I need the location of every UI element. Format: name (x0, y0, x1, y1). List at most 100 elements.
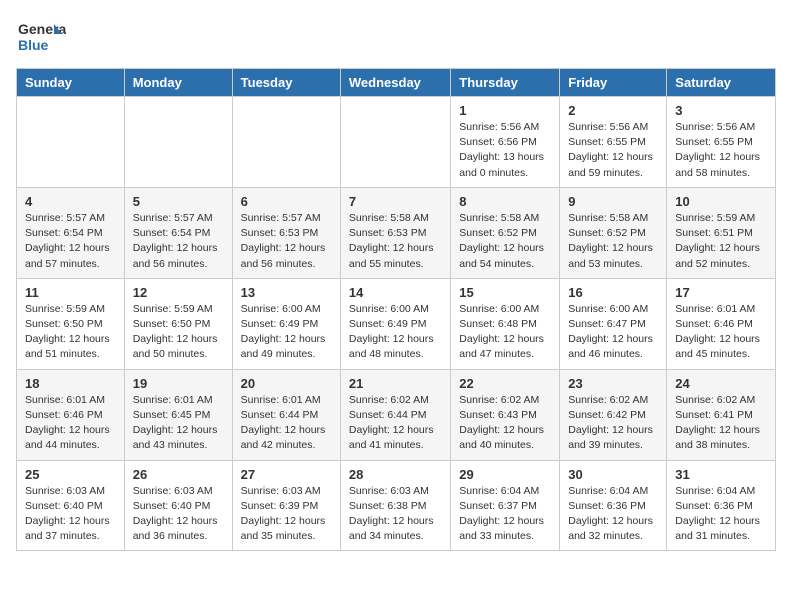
calendar-cell: 22 Sunrise: 6:02 AM Sunset: 6:43 PM Dayli… (451, 369, 560, 460)
day-number: 2 (568, 103, 658, 118)
day-info: Sunrise: 5:56 AM Sunset: 6:55 PM Dayligh… (675, 120, 767, 181)
day-number: 4 (25, 194, 116, 209)
weekday-header-wednesday: Wednesday (340, 69, 450, 97)
day-number: 24 (675, 376, 767, 391)
day-info: Sunrise: 6:04 AM Sunset: 6:36 PM Dayligh… (568, 484, 658, 545)
calendar-cell: 8Sunrise: 5:58 AM Sunset: 6:52 PM Daylig… (451, 187, 560, 278)
logo: GeneralBlue (16, 16, 66, 56)
day-info: Sunrise: 5:59 AM Sunset: 6:51 PM Dayligh… (675, 211, 767, 272)
day-info: Sunrise: 6:03 AM Sunset: 6:40 PM Dayligh… (25, 484, 116, 545)
day-number: 13 (241, 285, 332, 300)
weekday-header-monday: Monday (124, 69, 232, 97)
day-info: Sunrise: 6:01 AM Sunset: 6:45 PM Dayligh… (133, 393, 224, 454)
day-info: Sunrise: 6:02 AM Sunset: 6:43 PM Dayligh… (459, 393, 551, 454)
calendar-cell: 3 Sunrise: 5:56 AM Sunset: 6:55 PM Daylig… (667, 97, 776, 188)
calendar-cell: 13Sunrise: 6:00 AM Sunset: 6:49 PM Dayli… (232, 278, 340, 369)
calendar-week-5: 25 Sunrise: 6:03 AM Sunset: 6:40 PM Dayli… (17, 460, 776, 551)
calendar-cell: 29 Sunrise: 6:04 AM Sunset: 6:37 PM Dayli… (451, 460, 560, 551)
calendar-cell: 5 Sunrise: 5:57 AM Sunset: 6:54 PM Daylig… (124, 187, 232, 278)
day-info: Sunrise: 5:57 AM Sunset: 6:53 PM Dayligh… (241, 211, 332, 272)
logo-svg: GeneralBlue (16, 16, 66, 56)
calendar-week-1: 1Sunrise: 5:56 AM Sunset: 6:56 PM Daylig… (17, 97, 776, 188)
day-info: Sunrise: 6:02 AM Sunset: 6:42 PM Dayligh… (568, 393, 658, 454)
page-header: GeneralBlue (16, 16, 776, 56)
calendar-cell: 10 Sunrise: 5:59 AM Sunset: 6:51 PM Dayli… (667, 187, 776, 278)
calendar-header-row: SundayMondayTuesdayWednesdayThursdayFrid… (17, 69, 776, 97)
day-number: 14 (349, 285, 442, 300)
day-number: 6 (241, 194, 332, 209)
day-info: Sunrise: 6:02 AM Sunset: 6:41 PM Dayligh… (675, 393, 767, 454)
day-info: Sunrise: 6:04 AM Sunset: 6:37 PM Dayligh… (459, 484, 551, 545)
day-number: 29 (459, 467, 551, 482)
weekday-header-sunday: Sunday (17, 69, 125, 97)
day-number: 31 (675, 467, 767, 482)
day-number: 19 (133, 376, 224, 391)
day-number: 15 (459, 285, 551, 300)
day-info: Sunrise: 5:58 AM Sunset: 6:53 PM Dayligh… (349, 211, 442, 272)
calendar-cell: 26 Sunrise: 6:03 AM Sunset: 6:40 PM Dayli… (124, 460, 232, 551)
day-number: 28 (349, 467, 442, 482)
day-number: 20 (241, 376, 332, 391)
calendar-cell: 4 Sunrise: 5:57 AM Sunset: 6:54 PM Daylig… (17, 187, 125, 278)
svg-text:General: General (18, 21, 66, 37)
calendar-cell: 9Sunrise: 5:58 AM Sunset: 6:52 PM Daylig… (560, 187, 667, 278)
calendar-cell: 19 Sunrise: 6:01 AM Sunset: 6:45 PM Dayli… (124, 369, 232, 460)
calendar-cell: 21 Sunrise: 6:02 AM Sunset: 6:44 PM Dayli… (340, 369, 450, 460)
calendar-cell: 25 Sunrise: 6:03 AM Sunset: 6:40 PM Dayli… (17, 460, 125, 551)
day-info: Sunrise: 5:59 AM Sunset: 6:50 PM Dayligh… (25, 302, 116, 363)
day-number: 17 (675, 285, 767, 300)
day-number: 5 (133, 194, 224, 209)
calendar-cell: 6 Sunrise: 5:57 AM Sunset: 6:53 PM Daylig… (232, 187, 340, 278)
calendar-cell (340, 97, 450, 188)
calendar-cell: 23 Sunrise: 6:02 AM Sunset: 6:42 PM Dayli… (560, 369, 667, 460)
day-info: Sunrise: 6:00 AM Sunset: 6:48 PM Dayligh… (459, 302, 551, 363)
calendar-cell (124, 97, 232, 188)
day-info: Sunrise: 5:58 AM Sunset: 6:52 PM Dayligh… (568, 211, 658, 272)
calendar-cell: 2 Sunrise: 5:56 AM Sunset: 6:55 PM Daylig… (560, 97, 667, 188)
calendar-week-3: 11 Sunrise: 5:59 AM Sunset: 6:50 PM Dayli… (17, 278, 776, 369)
day-number: 30 (568, 467, 658, 482)
day-number: 22 (459, 376, 551, 391)
day-info: Sunrise: 5:58 AM Sunset: 6:52 PM Dayligh… (459, 211, 551, 272)
day-info: Sunrise: 6:03 AM Sunset: 6:40 PM Dayligh… (133, 484, 224, 545)
weekday-header-tuesday: Tuesday (232, 69, 340, 97)
day-info: Sunrise: 6:03 AM Sunset: 6:38 PM Dayligh… (349, 484, 442, 545)
day-number: 25 (25, 467, 116, 482)
day-info: Sunrise: 6:02 AM Sunset: 6:44 PM Dayligh… (349, 393, 442, 454)
calendar-cell: 27Sunrise: 6:03 AM Sunset: 6:39 PM Dayli… (232, 460, 340, 551)
day-info: Sunrise: 6:00 AM Sunset: 6:47 PM Dayligh… (568, 302, 658, 363)
day-number: 12 (133, 285, 224, 300)
day-info: Sunrise: 6:00 AM Sunset: 6:49 PM Dayligh… (349, 302, 442, 363)
day-number: 18 (25, 376, 116, 391)
day-info: Sunrise: 6:01 AM Sunset: 6:46 PM Dayligh… (675, 302, 767, 363)
calendar-cell: 24 Sunrise: 6:02 AM Sunset: 6:41 PM Dayli… (667, 369, 776, 460)
calendar-cell: 7Sunrise: 5:58 AM Sunset: 6:53 PM Daylig… (340, 187, 450, 278)
calendar-cell: 18Sunrise: 6:01 AM Sunset: 6:46 PM Dayli… (17, 369, 125, 460)
calendar-cell: 28 Sunrise: 6:03 AM Sunset: 6:38 PM Dayli… (340, 460, 450, 551)
day-info: Sunrise: 5:57 AM Sunset: 6:54 PM Dayligh… (25, 211, 116, 272)
calendar-cell: 16Sunrise: 6:00 AM Sunset: 6:47 PM Dayli… (560, 278, 667, 369)
day-info: Sunrise: 5:57 AM Sunset: 6:54 PM Dayligh… (133, 211, 224, 272)
calendar-week-2: 4 Sunrise: 5:57 AM Sunset: 6:54 PM Daylig… (17, 187, 776, 278)
day-info: Sunrise: 6:03 AM Sunset: 6:39 PM Dayligh… (241, 484, 332, 545)
day-number: 10 (675, 194, 767, 209)
day-info: Sunrise: 5:59 AM Sunset: 6:50 PM Dayligh… (133, 302, 224, 363)
day-number: 11 (25, 285, 116, 300)
day-number: 26 (133, 467, 224, 482)
calendar-cell: 15 Sunrise: 6:00 AM Sunset: 6:48 PM Dayli… (451, 278, 560, 369)
weekday-header-thursday: Thursday (451, 69, 560, 97)
day-info: Sunrise: 6:04 AM Sunset: 6:36 PM Dayligh… (675, 484, 767, 545)
day-info: Sunrise: 5:56 AM Sunset: 6:55 PM Dayligh… (568, 120, 658, 181)
calendar-week-4: 18Sunrise: 6:01 AM Sunset: 6:46 PM Dayli… (17, 369, 776, 460)
calendar-table: SundayMondayTuesdayWednesdayThursdayFrid… (16, 68, 776, 551)
weekday-header-saturday: Saturday (667, 69, 776, 97)
weekday-header-friday: Friday (560, 69, 667, 97)
calendar-cell (17, 97, 125, 188)
day-number: 21 (349, 376, 442, 391)
calendar-cell: 11 Sunrise: 5:59 AM Sunset: 6:50 PM Dayli… (17, 278, 125, 369)
calendar-cell: 12 Sunrise: 5:59 AM Sunset: 6:50 PM Dayli… (124, 278, 232, 369)
day-number: 23 (568, 376, 658, 391)
calendar-cell: 31 Sunrise: 6:04 AM Sunset: 6:36 PM Dayli… (667, 460, 776, 551)
day-number: 3 (675, 103, 767, 118)
day-info: Sunrise: 6:01 AM Sunset: 6:44 PM Dayligh… (241, 393, 332, 454)
